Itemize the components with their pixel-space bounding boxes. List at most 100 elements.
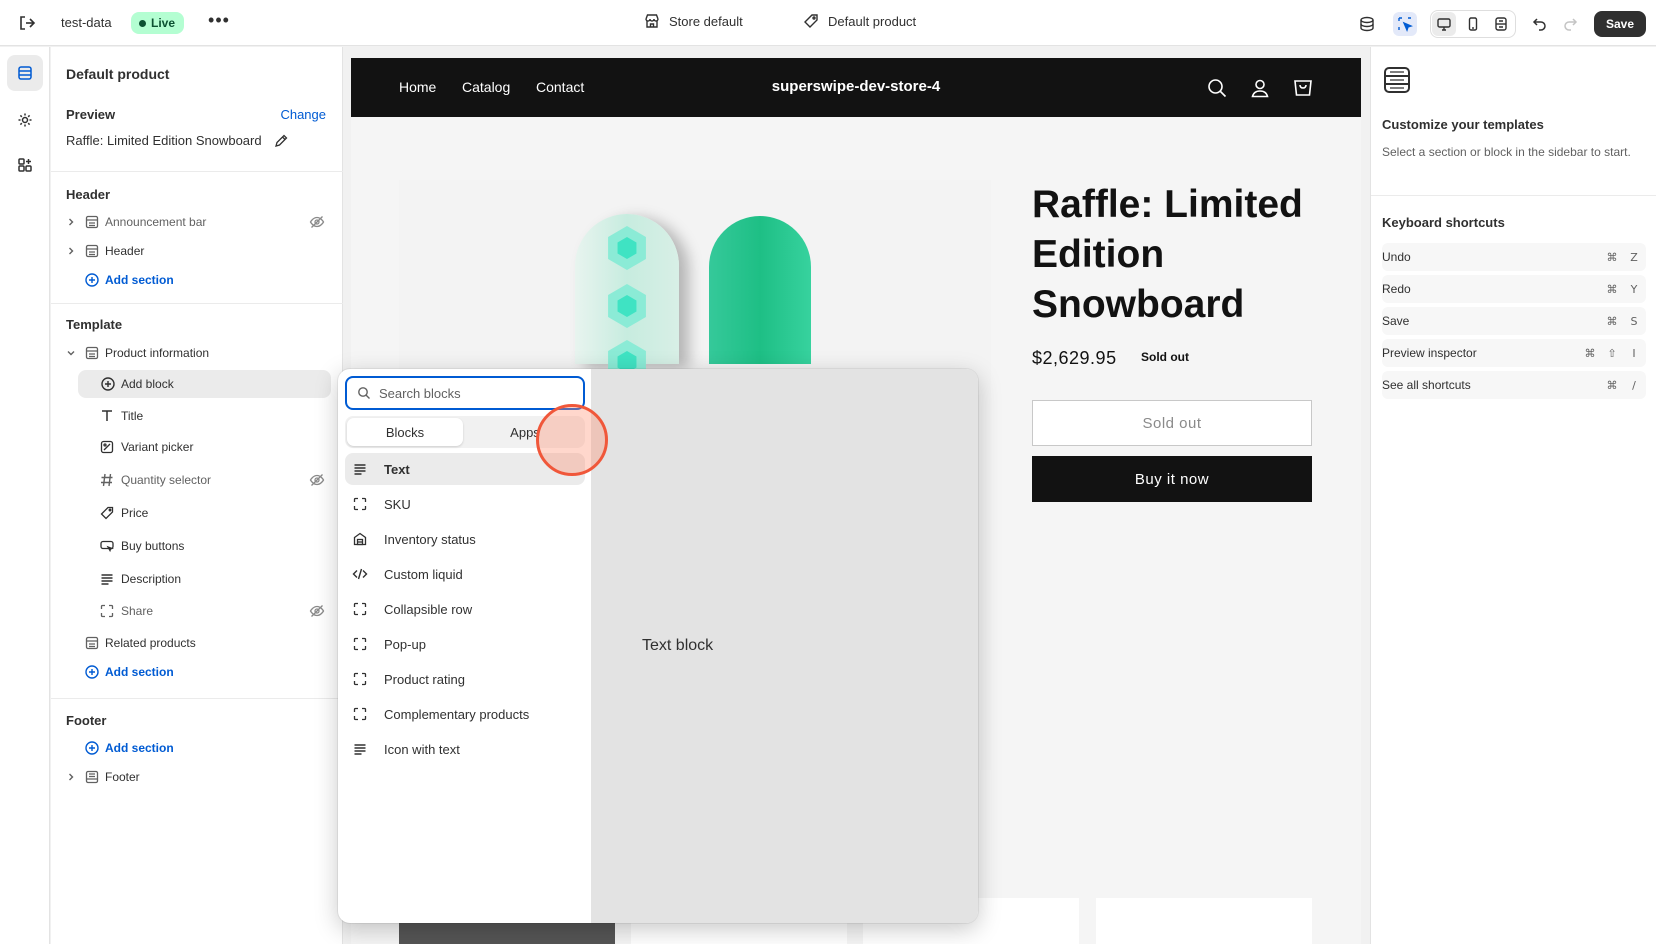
add-section-footer[interactable]: Add section [51, 734, 343, 762]
block-option-collapsible-row[interactable]: Collapsible row [345, 593, 585, 625]
shortcut-key: I [1632, 346, 1636, 360]
shortcut-key: Z [1630, 250, 1638, 264]
section-header[interactable]: Header [51, 237, 343, 265]
customize-title: Customize your templates [1382, 117, 1544, 132]
block-title[interactable]: Title [51, 402, 343, 430]
status-label: Live [151, 16, 176, 30]
eye-hidden-icon[interactable] [309, 472, 325, 488]
snowboard-image [575, 214, 679, 384]
block-share[interactable]: Share [51, 597, 343, 625]
divider [51, 698, 343, 699]
section-icon [84, 769, 100, 785]
sold-out-button[interactable]: Sold out [1032, 400, 1312, 446]
block-variant-picker[interactable]: Variant picker [51, 433, 343, 461]
chevron-right-icon[interactable] [65, 245, 77, 257]
divider [51, 171, 343, 172]
hexagon-pattern [608, 226, 646, 270]
database-icon[interactable] [1355, 12, 1379, 36]
add-block-button[interactable]: Add block [78, 370, 331, 398]
undo-icon[interactable] [1528, 12, 1552, 36]
plus-circle-icon [84, 272, 100, 288]
eye-hidden-icon[interactable] [309, 603, 325, 619]
edit-pencil-icon[interactable] [274, 134, 288, 148]
search-icon[interactable] [1206, 77, 1228, 99]
cart-icon[interactable] [1292, 77, 1314, 99]
desktop-icon[interactable] [1432, 12, 1456, 36]
apps-icon[interactable] [7, 147, 43, 183]
template-selector[interactable]: Default product [803, 13, 916, 29]
frame-icon [352, 636, 368, 652]
shortcut-key: ⌘ [1606, 378, 1618, 392]
store-name: test-data [61, 15, 112, 30]
shortcut-label: Undo [1382, 250, 1411, 264]
block-preview-pane: Text block [591, 369, 978, 923]
frame-icon [352, 671, 368, 687]
block-option-complementary-products[interactable]: Complementary products [345, 698, 585, 730]
block-option-inventory-status[interactable]: Inventory status [345, 523, 585, 555]
sections-icon[interactable] [7, 55, 43, 91]
tab-blocks[interactable]: Blocks [347, 418, 463, 446]
add-section-template[interactable]: Add section [51, 658, 343, 686]
chevron-right-icon[interactable] [65, 216, 77, 228]
related-product-card[interactable] [1096, 898, 1312, 944]
settings-gear-icon[interactable] [7, 102, 43, 138]
template-group-label: Template [66, 317, 123, 332]
block-option-label: Custom liquid [384, 566, 463, 582]
right-panel: Customize your templates Select a sectio… [1370, 47, 1656, 944]
account-icon[interactable] [1249, 77, 1271, 99]
code-icon [352, 566, 368, 582]
exit-icon[interactable] [17, 13, 37, 33]
fullscreen-icon[interactable] [1489, 12, 1513, 36]
chevron-down-icon[interactable] [65, 347, 77, 359]
add-section-header[interactable]: Add section [51, 266, 343, 294]
block-option-product-rating[interactable]: Product rating [345, 663, 585, 695]
mobile-icon[interactable] [1461, 12, 1485, 36]
block-label: Description [121, 572, 182, 586]
shortcut-key: / [1632, 378, 1636, 392]
search-blocks-input[interactable] [379, 385, 559, 401]
block-price[interactable]: Price [51, 499, 343, 527]
block-option-icon-with-text[interactable]: Icon with text [345, 733, 585, 765]
add-section-label: Add section [105, 273, 174, 287]
hexagon-pattern [608, 284, 646, 328]
theme-selector-label: Store default [669, 13, 743, 29]
status-badge: Live [131, 12, 185, 34]
shortcut-label: Save [1382, 314, 1410, 328]
chevron-right-icon[interactable] [65, 771, 77, 783]
shortcut-row: See all shortcuts ⌘ / [1382, 371, 1646, 399]
block-label: Title [121, 409, 144, 423]
buy-now-button[interactable]: Buy it now [1032, 456, 1312, 502]
block-quantity-selector[interactable]: Quantity selector [51, 466, 343, 494]
variant-picker-icon [99, 439, 115, 455]
block-description[interactable]: Description [51, 565, 343, 593]
section-product-information[interactable]: Product information [51, 339, 343, 367]
eye-hidden-icon[interactable] [309, 214, 325, 230]
theme-selector[interactable]: Store default [644, 13, 743, 29]
block-buy-buttons[interactable]: Buy buttons [51, 532, 343, 560]
preview-product-name: Raffle: Limited Edition Snowboard [66, 133, 262, 148]
shortcut-key: ⌘ [1606, 250, 1618, 264]
shortcut-row: Preview inspector ⌘ ⇧ I [1382, 339, 1646, 367]
shortcut-key: ⌘ [1606, 314, 1618, 328]
search-blocks-field[interactable] [345, 376, 585, 410]
section-related-products[interactable]: Related products [51, 629, 343, 657]
block-option-custom-liquid[interactable]: Custom liquid [345, 558, 585, 590]
section-announcement-bar[interactable]: Announcement bar [51, 208, 343, 236]
block-option-pop-up[interactable]: Pop-up [345, 628, 585, 660]
change-preview-link[interactable]: Change [280, 107, 326, 122]
redo-icon[interactable] [1558, 12, 1582, 36]
block-option-sku[interactable]: SKU [345, 488, 585, 520]
shortcut-key: ⌘ [1584, 346, 1596, 360]
frame-icon [352, 706, 368, 722]
section-icon [84, 635, 100, 651]
section-footer[interactable]: Footer [51, 763, 343, 791]
more-actions-button[interactable]: ••• [208, 11, 230, 34]
buy-buttons-icon [99, 538, 115, 554]
frame-icon [352, 601, 368, 617]
inspector-cursor-icon[interactable] [1393, 12, 1417, 36]
save-button[interactable]: Save [1594, 11, 1646, 37]
sidebar-title: Default product [66, 66, 170, 82]
top-bar: test-data Live ••• Store default Default… [0, 0, 1656, 46]
keyboard-shortcuts-title: Keyboard shortcuts [1382, 215, 1505, 230]
section-label: Header [105, 244, 145, 258]
